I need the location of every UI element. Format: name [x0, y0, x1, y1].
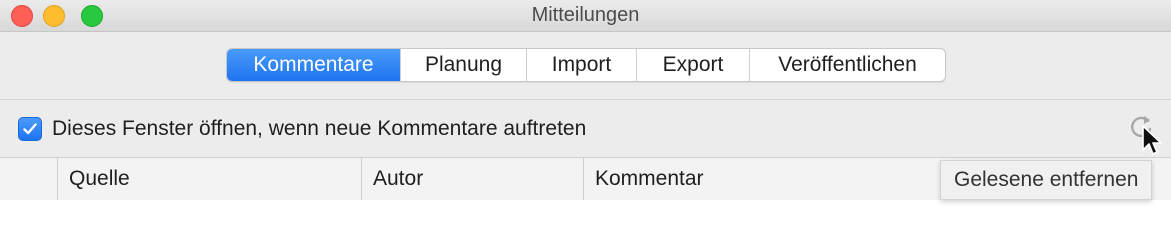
notifications-window: Mitteilungen Kommentare Planung Import E… [0, 0, 1171, 245]
column-header-autor[interactable]: Autor [361, 158, 583, 200]
tab-export[interactable]: Export [637, 49, 750, 81]
column-header-empty[interactable] [0, 158, 57, 200]
mouse-pointer-icon [1141, 124, 1163, 158]
title-bar[interactable]: Mitteilungen [0, 0, 1171, 32]
open-window-checkbox-label[interactable]: Dieses Fenster öffnen, wenn neue Komment… [52, 117, 586, 141]
remove-read-tooltip: Gelesene entfernen [940, 160, 1153, 200]
tab-import[interactable]: Import [527, 49, 637, 81]
tab-veroeffentlichen[interactable]: Veröffentlichen [750, 49, 945, 81]
comments-table-body[interactable] [0, 200, 1171, 245]
tab-planung[interactable]: Planung [401, 49, 527, 81]
tab-kommentare[interactable]: Kommentare [227, 49, 401, 81]
column-header-quelle[interactable]: Quelle [57, 158, 361, 200]
tab-bar: Kommentare Planung Import Export Veröffe… [226, 48, 946, 82]
open-window-checkbox[interactable] [18, 117, 42, 141]
divider [0, 99, 1171, 100]
window-title: Mitteilungen [531, 4, 640, 26]
checkmark-icon [23, 123, 37, 135]
